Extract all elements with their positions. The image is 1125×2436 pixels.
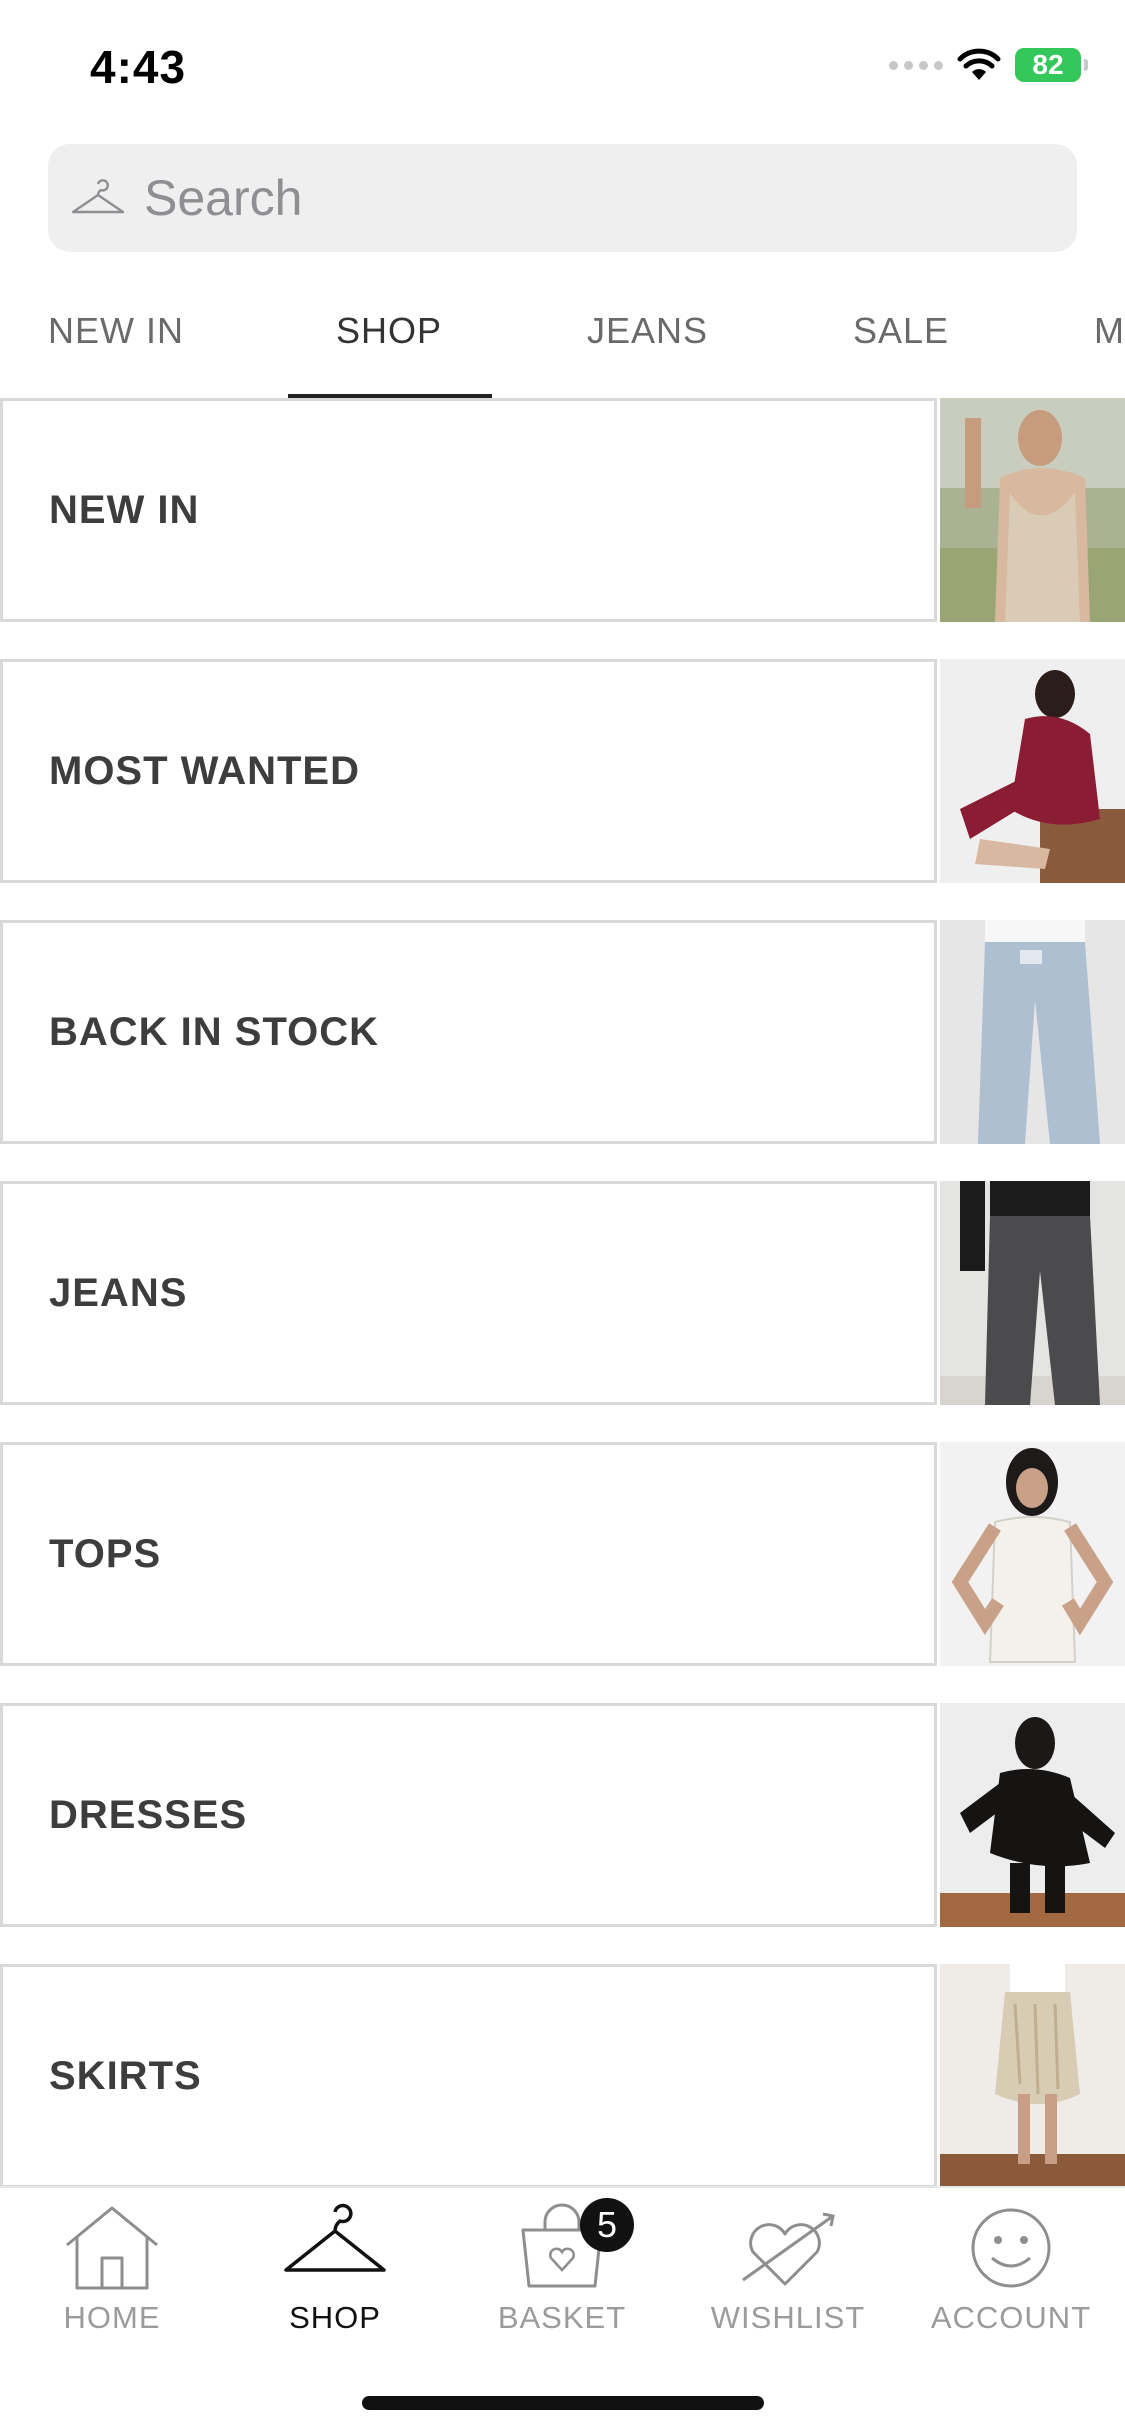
nav-wishlist[interactable]: WISHLIST [688, 2200, 888, 2336]
category-label: TOPS [49, 1531, 162, 1576]
nav-label: SHOP [289, 2300, 381, 2335]
category-label: JEANS [49, 1270, 188, 1315]
cellular-signal-icon [889, 60, 943, 70]
category-button[interactable]: TOPS [0, 1442, 937, 1666]
tab-sale[interactable]: SALE [853, 310, 949, 352]
category-image[interactable] [940, 398, 1125, 622]
hanger-icon [71, 179, 125, 214]
status-time: 4:43 [90, 41, 187, 93]
hanger-icon [284, 2203, 386, 2272]
home-icon [66, 2206, 158, 2290]
category-button[interactable]: BACK IN STOCK [0, 920, 937, 1144]
category-button[interactable]: SKIRTS [0, 1964, 937, 2188]
search-bar[interactable] [48, 144, 1077, 252]
category-image[interactable] [940, 1964, 1125, 2188]
category-button[interactable]: NEW IN [0, 398, 937, 622]
tab-jeans[interactable]: JEANS [587, 310, 708, 352]
category-row-tops[interactable]: TOPS [0, 1442, 1125, 1666]
category-image[interactable] [940, 1703, 1125, 1927]
home-indicator[interactable] [362, 2396, 764, 2410]
category-label: SKIRTS [49, 2053, 202, 2098]
category-row-jeans[interactable]: JEANS [0, 1181, 1125, 1405]
tab-new-in[interactable]: NEW IN [48, 310, 184, 352]
category-label: BACK IN STOCK [49, 1009, 380, 1054]
battery-icon: 82 [1015, 48, 1088, 82]
nav-label: WISHLIST [710, 2300, 866, 2335]
category-label: DRESSES [49, 1792, 248, 1837]
nav-label: ACCOUNT [930, 2300, 1092, 2335]
category-row-most-wanted[interactable]: MOST WANTED [0, 659, 1125, 883]
category-button[interactable]: DRESSES [0, 1703, 937, 1927]
wifi-icon [957, 48, 1001, 80]
tab-shop[interactable]: SHOP [336, 310, 442, 352]
category-image[interactable] [940, 659, 1125, 883]
nav-basket[interactable]: 5 BASKET [462, 2198, 662, 2336]
nav-label: BASKET [497, 2300, 627, 2335]
category-button[interactable]: JEANS [0, 1181, 937, 1405]
nav-shop[interactable]: SHOP [235, 2200, 435, 2336]
category-label: MOST WANTED [49, 748, 360, 793]
category-row-skirts[interactable]: SKIRTS [0, 1964, 1125, 2188]
nav-label: HOME [63, 2300, 161, 2335]
tab-more[interactable]: M [1094, 310, 1125, 352]
category-image[interactable] [940, 920, 1125, 1144]
search-input[interactable] [144, 169, 1024, 227]
smiley-icon [971, 2208, 1051, 2288]
category-tabs: NEW IN SHOP JEANS SALE M [0, 290, 1125, 400]
category-label: NEW IN [49, 487, 200, 532]
category-image[interactable] [940, 1442, 1125, 1666]
status-indicators: 82 [889, 48, 1088, 82]
heart-arrow-icon [742, 2212, 835, 2286]
nav-home[interactable]: HOME [12, 2200, 212, 2336]
category-button[interactable]: MOST WANTED [0, 659, 937, 883]
category-row-new-in[interactable]: NEW IN [0, 398, 1125, 622]
category-row-dresses[interactable]: DRESSES [0, 1703, 1125, 1927]
category-row-back-in-stock[interactable]: BACK IN STOCK [0, 920, 1125, 1144]
status-bar: 4:43 82 [0, 0, 1125, 130]
battery-level: 82 [1032, 49, 1064, 80]
basket-count-badge: 5 [580, 2198, 634, 2252]
nav-account[interactable]: ACCOUNT [911, 2200, 1111, 2336]
category-image[interactable] [940, 1181, 1125, 1405]
